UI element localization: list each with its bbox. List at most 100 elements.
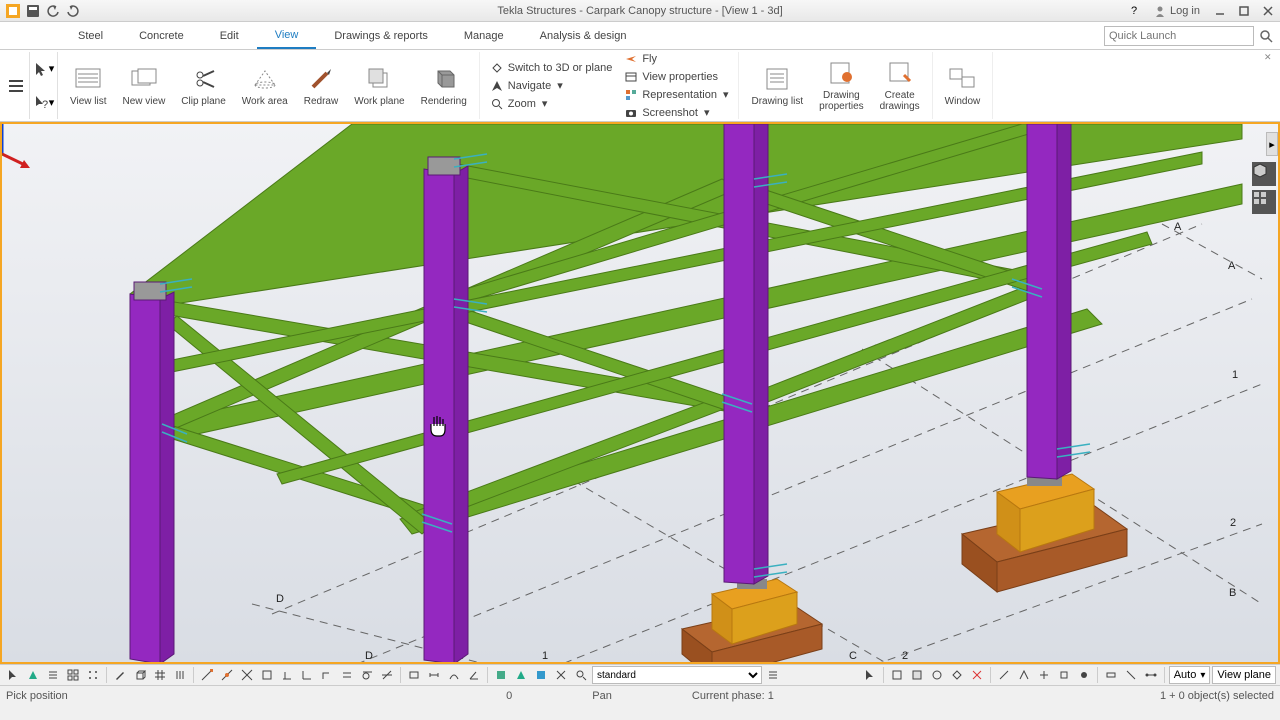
help-icon[interactable]: ? — [1122, 0, 1146, 22]
snap-angle[interactable] — [465, 666, 483, 684]
tool-grid4[interactable] — [64, 666, 82, 684]
snap-magnify[interactable] — [572, 666, 590, 684]
tab-steel[interactable]: Steel — [60, 22, 121, 49]
snap-edge[interactable] — [298, 666, 316, 684]
clip-plane-button[interactable]: Clip plane — [175, 54, 231, 118]
dock-grid-icon[interactable] — [1252, 190, 1276, 214]
menubar: Steel Concrete Edit View Drawings & repo… — [0, 22, 1280, 50]
save-icon[interactable] — [24, 2, 42, 20]
representation-button[interactable]: Representation▾ — [620, 87, 732, 103]
switch-3d-button[interactable]: Switch to 3D or plane — [486, 60, 617, 76]
quick-launch-input[interactable] — [1104, 26, 1254, 46]
sel-b[interactable] — [908, 666, 926, 684]
view-list-button[interactable]: View list — [64, 54, 113, 118]
redo-icon[interactable] — [64, 2, 82, 20]
maximize-button[interactable] — [1232, 0, 1256, 22]
snap-intersection[interactable] — [238, 666, 256, 684]
snap-corner[interactable] — [318, 666, 336, 684]
status-hint: Pick position — [6, 690, 68, 702]
window-title: Tekla Structures - Carpark Canopy struct… — [497, 5, 782, 17]
sel-l[interactable] — [1142, 666, 1160, 684]
sel-a[interactable] — [888, 666, 906, 684]
navigate-button[interactable]: Navigate▾ — [486, 78, 617, 94]
svg-text:?: ? — [42, 99, 48, 110]
snap-bluebox[interactable] — [532, 666, 550, 684]
login-button[interactable]: Log in — [1146, 5, 1208, 17]
tool-pointer[interactable] — [4, 666, 22, 684]
drawing-properties-button[interactable]: Drawing properties — [813, 54, 869, 118]
snap-arc[interactable] — [445, 666, 463, 684]
snap-square[interactable] — [258, 666, 276, 684]
auto-dropdown[interactable]: Auto▾ — [1169, 666, 1211, 684]
snap-tangent[interactable] — [358, 666, 376, 684]
sel-h[interactable] — [1055, 666, 1073, 684]
help-pointer-icon[interactable]: ?▾ — [32, 90, 56, 114]
ribbon-close-icon[interactable]: ✕ — [1264, 52, 1276, 64]
view-properties-button[interactable]: View properties — [620, 69, 732, 85]
redraw-button[interactable]: Redraw — [298, 54, 344, 118]
tab-drawings-reports[interactable]: Drawings & reports — [316, 22, 446, 49]
snap-any[interactable] — [378, 666, 396, 684]
rendering-button[interactable]: Rendering — [415, 54, 473, 118]
undo-icon[interactable] — [44, 2, 62, 20]
snap-midpoint[interactable] — [218, 666, 236, 684]
app-icon — [4, 2, 22, 20]
tab-concrete[interactable]: Concrete — [121, 22, 202, 49]
snap-cross[interactable] — [552, 666, 570, 684]
close-button[interactable] — [1256, 0, 1280, 22]
sel-d[interactable] — [948, 666, 966, 684]
drawing-list-button[interactable]: Drawing list — [745, 54, 809, 118]
screenshot-button[interactable]: Screenshot▾ — [620, 105, 732, 121]
work-area-button[interactable]: Work area — [236, 54, 294, 118]
tool-lines[interactable] — [44, 666, 62, 684]
3d-viewport[interactable]: A A B B C C D D 1 1 2 2 — [0, 122, 1280, 664]
work-plane-button[interactable]: Work plane — [348, 54, 410, 118]
pointer-tool-icon[interactable]: ▾ — [32, 57, 56, 81]
tool-box3d[interactable] — [131, 666, 149, 684]
statusbar: Pick position 0 Pan Current phase: 1 1 +… — [0, 686, 1280, 706]
side-panel-toggle[interactable]: ▸ — [1266, 132, 1278, 156]
status-phase[interactable]: Current phase: 1 — [692, 690, 774, 702]
tab-analysis-design[interactable]: Analysis & design — [522, 22, 645, 49]
view-compass[interactable] — [0, 122, 1248, 652]
snap-tri[interactable] — [512, 666, 530, 684]
snap-perp[interactable] — [278, 666, 296, 684]
snap-parallel[interactable] — [338, 666, 356, 684]
tab-view[interactable]: View — [257, 22, 317, 49]
sel-x[interactable] — [968, 666, 986, 684]
window-button[interactable]: Window — [939, 54, 987, 118]
snap-endpoint[interactable] — [198, 666, 216, 684]
sel-k[interactable] — [1122, 666, 1140, 684]
ribbon-hamburger[interactable] — [2, 52, 30, 119]
zoom-button[interactable]: Zoom▾ — [486, 96, 617, 112]
sel-e[interactable] — [995, 666, 1013, 684]
fly-button[interactable]: Fly — [620, 51, 732, 67]
tool-hash[interactable] — [151, 666, 169, 684]
sel-c[interactable] — [928, 666, 946, 684]
sel-i[interactable] — [1075, 666, 1093, 684]
sel-g[interactable] — [1035, 666, 1053, 684]
create-drawings-button[interactable]: Create drawings — [874, 54, 926, 118]
sel-j[interactable] — [1102, 666, 1120, 684]
snap-green[interactable] — [492, 666, 510, 684]
snap-rect[interactable] — [405, 666, 423, 684]
new-view-button[interactable]: New view — [117, 54, 172, 118]
view-plane-dropdown[interactable]: View plane — [1212, 666, 1276, 684]
tab-edit[interactable]: Edit — [202, 22, 257, 49]
status-zero: 0 — [506, 690, 512, 702]
sel-f[interactable] — [1015, 666, 1033, 684]
dock-cube-icon[interactable] — [1252, 162, 1276, 186]
tool-vbars[interactable] — [171, 666, 189, 684]
ribbon: ▾ ?▾ View list New view Clip plane Work … — [0, 50, 1280, 122]
minimize-button[interactable] — [1208, 0, 1232, 22]
sel-pointer[interactable] — [861, 666, 879, 684]
bottom-toolbar: standard Auto▾ View plane — [0, 664, 1280, 686]
tool-triangle[interactable] — [24, 666, 42, 684]
tool-dots[interactable] — [84, 666, 102, 684]
tool-pen[interactable] — [111, 666, 129, 684]
style-select[interactable]: standard — [592, 666, 762, 684]
snap-dim[interactable] — [425, 666, 443, 684]
tool-settings[interactable] — [764, 666, 782, 684]
tab-manage[interactable]: Manage — [446, 22, 522, 49]
search-icon[interactable] — [1256, 26, 1276, 46]
